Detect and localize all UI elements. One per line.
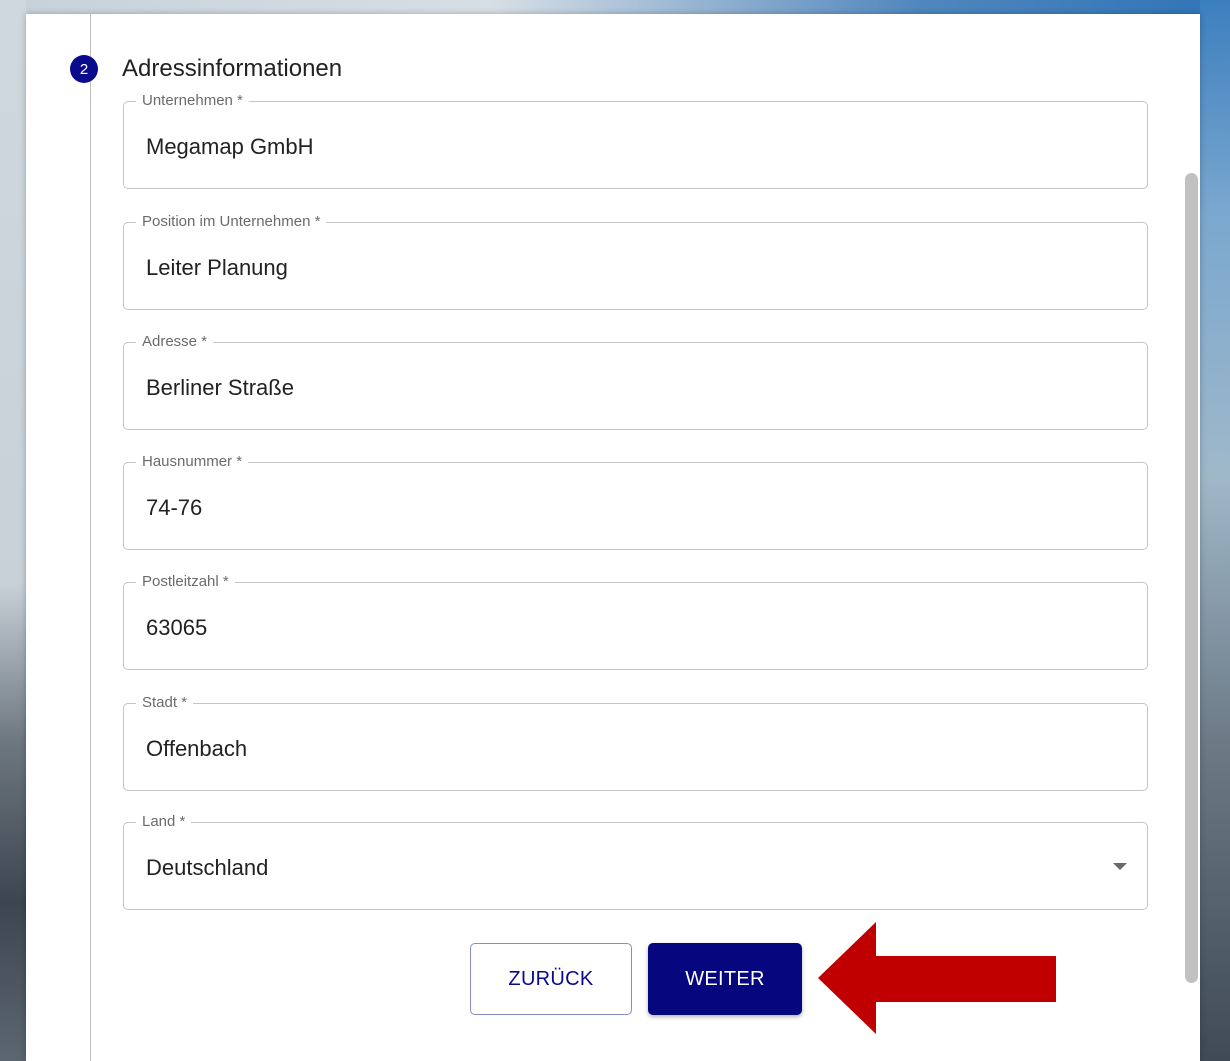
background-top [0,0,1230,14]
scrollbar-thumb[interactable] [1185,173,1198,983]
stepper-line [90,14,91,1061]
country-label: Land * [136,813,192,831]
position-value: Leiter Planung [146,255,288,280]
annotation-arrow-shape [818,922,1056,1034]
address-label: Adresse * [136,333,214,351]
company-label: Unternehmen * [136,92,249,110]
country-value: Deutschland [146,855,269,880]
background-left [0,0,26,1061]
postal-code-field[interactable]: Postleitzahl * 63065 [123,573,1148,670]
chevron-down-icon[interactable] [1113,863,1127,870]
city-value: Offenbach [146,736,248,761]
next-button[interactable]: WEITER [648,943,802,1015]
house-number-field[interactable]: Hausnummer * 74-76 [123,453,1148,550]
step-header: 2 Adressinformationen [70,54,342,84]
house-number-value: 74-76 [146,495,203,520]
arrow-left-icon [818,922,1058,1034]
house-number-label: Hausnummer * [136,453,249,471]
form-card: 2 Adressinformationen Unternehmen * Mega… [26,14,1200,1061]
background-right [1200,0,1230,1061]
scrollbar-track[interactable] [1182,14,1200,1061]
address-field[interactable]: Adresse * Berliner Straße [123,333,1148,430]
company-value: Megamap GmbH [146,134,314,159]
step-title: Adressinformationen [122,55,343,82]
position-field[interactable]: Position im Unternehmen * Leiter Planung [123,213,1148,310]
city-label: Stadt * [136,694,194,712]
country-select[interactable]: Land * Deutschland [123,813,1148,910]
step-number-badge: 2 [70,55,98,83]
back-button[interactable]: ZURÜCK [470,943,632,1015]
postal-code-value: 63065 [146,615,208,640]
address-value: Berliner Straße [146,375,294,400]
postal-code-label: Postleitzahl * [136,573,235,591]
position-label: Position im Unternehmen * [136,213,327,231]
city-field[interactable]: Stadt * Offenbach [123,694,1148,791]
company-field[interactable]: Unternehmen * Megamap GmbH [123,92,1148,189]
